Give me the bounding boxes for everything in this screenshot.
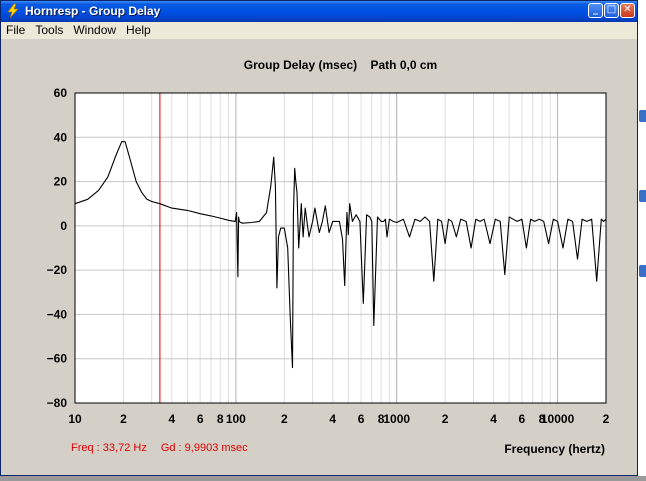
maximize-icon[interactable]: □ [604, 3, 619, 18]
x-tick-label: 4 [490, 412, 497, 426]
x-axis-label: Frequency (hertz) [504, 442, 605, 456]
minimize-icon[interactable]: _ [588, 3, 603, 18]
x-tick-label: 8 [217, 412, 224, 426]
group-delay-chart[interactable]: 6040200−20−40−60−8010 2 4 6 8 100 2 4 6 81000 2 4 6 8… [3, 40, 635, 470]
x-tick-label: 2 [281, 412, 288, 426]
cursor-readout: Freq : 33,72 Hz Gd : 9,9903 msec [71, 442, 262, 454]
x-tick-label: 2 [603, 412, 610, 426]
window-title: Hornresp - Group Delay [25, 4, 161, 18]
x-tick-label: 10000 [541, 412, 575, 426]
y-tick-label: 20 [54, 175, 68, 189]
x-tick-label: 10 [68, 412, 82, 426]
y-tick-label: −40 [47, 307, 68, 321]
gd-readout: Gd : 9,9903 msec [160, 442, 248, 454]
y-tick-label: 0 [60, 219, 67, 233]
x-tick-label: 2 [120, 412, 127, 426]
menu-window[interactable]: Window [68, 22, 121, 39]
y-tick-label: 60 [54, 86, 68, 100]
y-tick-label: −60 [47, 352, 68, 366]
x-tick-label: 2 [442, 412, 449, 426]
menu-help[interactable]: Help [121, 22, 156, 39]
freq-readout: Freq : 33,72 Hz [71, 442, 147, 454]
x-tick-label: 4 [169, 412, 176, 426]
desktop-icon[interactable] [639, 110, 646, 122]
x-tick-label: 6 [519, 412, 526, 426]
close-icon[interactable]: ✕ [620, 3, 635, 18]
desktop-background [638, 0, 646, 481]
lightning-app-icon [7, 3, 19, 19]
x-tick-label: 1000 [383, 412, 410, 426]
menu-file[interactable]: File [1, 22, 30, 39]
y-tick-label: 40 [54, 130, 68, 144]
desktop-icon[interactable] [639, 190, 646, 202]
taskbar-edge [0, 476, 646, 481]
menu-tools[interactable]: Tools [30, 22, 68, 39]
y-tick-label: −80 [47, 396, 68, 410]
menu-bar: File Tools Window Help [1, 22, 637, 39]
x-tick-label: 6 [358, 412, 365, 426]
x-tick-label: 100 [226, 412, 246, 426]
title-bar[interactable]: Hornresp - Group Delay _ □ ✕ [1, 1, 637, 22]
app-window: Hornresp - Group Delay _ □ ✕ File Tools Wi… [0, 0, 638, 476]
y-tick-label: −20 [47, 263, 68, 277]
x-tick-label: 4 [329, 412, 336, 426]
x-tick-label: 6 [197, 412, 204, 426]
desktop-icon[interactable] [639, 265, 646, 277]
chart-area: Group Delay (msec) Path 0,0 cm 60 40 20 0 −2… [3, 40, 635, 473]
